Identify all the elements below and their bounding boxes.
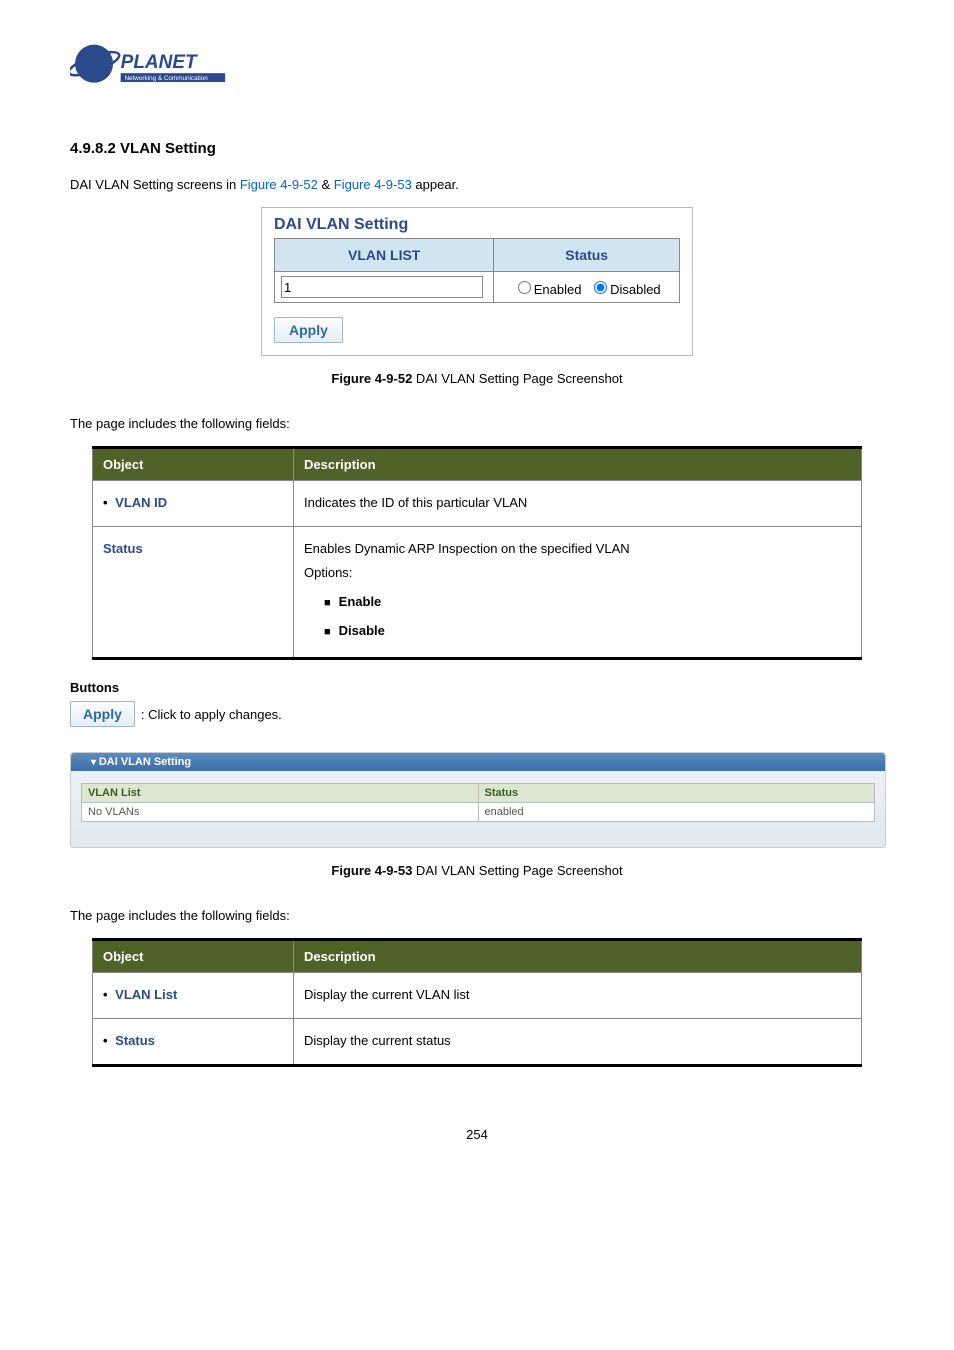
od1-header-object: Object xyxy=(93,448,294,481)
od2-row2-desc: Display the current status xyxy=(294,1019,862,1066)
logo-tagline: Networking & Communication xyxy=(124,75,208,82)
figure-label-1: Figure 4-9-52 xyxy=(331,371,412,386)
od1-row1-desc: Indicates the ID of this particular VLAN xyxy=(294,481,862,527)
result-table: VLAN List Status No VLANs enabled xyxy=(81,783,875,822)
figure-link-1[interactable]: Figure 4-9-52 xyxy=(240,177,318,192)
object-description-table-1: Object Description VLAN ID Indicates the… xyxy=(92,446,862,660)
od2-row2-object: Status xyxy=(93,1019,294,1066)
radio-enabled[interactable] xyxy=(518,281,531,294)
radio-enabled-label[interactable]: Enabled xyxy=(513,282,582,297)
od1-option-enable-text: Enable xyxy=(339,594,382,609)
buttons-description-line: Apply : Click to apply changes. xyxy=(70,701,884,727)
dai-vlan-setting-result-panel: DAI VLAN Setting VLAN List Status No VLA… xyxy=(70,752,886,848)
od2-row1-object: VLAN List xyxy=(93,973,294,1019)
result-col-status: Status xyxy=(478,784,875,803)
radio-disabled-text: Disabled xyxy=(610,282,661,297)
od2-header-object: Object xyxy=(93,940,294,973)
figure-text-1: DAI VLAN Setting Page Screenshot xyxy=(412,371,622,386)
intro-amp: & xyxy=(318,177,334,192)
od2-header-description: Description xyxy=(294,940,862,973)
figure-label-2: Figure 4-9-53 xyxy=(331,863,412,878)
brand-logo: PLANET Networking & Communication xyxy=(70,40,884,100)
vlan-setting-table: VLAN LIST Status Enabled Disabled xyxy=(274,238,680,303)
col-vlan-list: VLAN LIST xyxy=(275,239,494,272)
fields-intro-1: The page includes the following fields: xyxy=(70,416,884,431)
intro-suffix: appear. xyxy=(412,177,459,192)
logo-text: PLANET xyxy=(121,52,198,73)
od1-options-list: Enable Disable xyxy=(324,590,851,643)
status-cell: Enabled Disabled xyxy=(494,272,680,303)
result-cell-status: enabled xyxy=(478,803,875,822)
od1-row2-desc: Enables Dynamic ARP Inspection on the sp… xyxy=(294,526,862,659)
od1-option-disable: Disable xyxy=(324,619,851,644)
vlan-list-cell xyxy=(275,272,494,303)
section-heading: 4.9.8.2 VLAN Setting xyxy=(70,140,884,157)
od2-row2-bullet: Status xyxy=(103,1033,155,1048)
vlan-list-input[interactable] xyxy=(281,276,483,298)
od2-row1-bullet: VLAN List xyxy=(103,987,177,1002)
result-panel-header[interactable]: DAI VLAN Setting xyxy=(71,753,885,771)
figure-link-2[interactable]: Figure 4-9-53 xyxy=(334,177,412,192)
planet-logo-icon: PLANET Networking & Communication xyxy=(70,40,260,100)
od1-desc-line2: Options: xyxy=(304,561,851,586)
figure-caption-2: Figure 4-9-53 DAI VLAN Setting Page Scre… xyxy=(70,863,884,878)
fields-intro-2: The page includes the following fields: xyxy=(70,908,884,923)
dai-vlan-setting-panel: DAI VLAN Setting VLAN LIST Status Enable… xyxy=(261,207,693,356)
intro-prefix: DAI VLAN Setting screens in xyxy=(70,177,240,192)
od1-row2-obj-text: Status xyxy=(103,541,143,556)
od1-row1-object: VLAN ID xyxy=(93,481,294,527)
radio-enabled-text: Enabled xyxy=(534,282,582,297)
od1-option-disable-text: Disable xyxy=(339,623,385,638)
od1-desc-line1: Enables Dynamic ARP Inspection on the sp… xyxy=(304,537,851,562)
figure-caption-1: Figure 4-9-52 DAI VLAN Setting Page Scre… xyxy=(70,371,884,386)
buttons-heading: Buttons xyxy=(70,680,884,695)
panel-title: DAI VLAN Setting xyxy=(262,208,692,238)
result-cell-vlan-list: No VLANs xyxy=(82,803,479,822)
figure-text-2: DAI VLAN Setting Page Screenshot xyxy=(412,863,622,878)
col-status: Status xyxy=(494,239,680,272)
apply-button-inline[interactable]: Apply xyxy=(70,701,135,727)
od1-header-description: Description xyxy=(294,448,862,481)
radio-disabled-label[interactable]: Disabled xyxy=(589,282,661,297)
result-col-vlan-list: VLAN List xyxy=(82,784,479,803)
apply-button[interactable]: Apply xyxy=(274,317,343,343)
radio-disabled[interactable] xyxy=(594,281,607,294)
od1-row2-object: Status xyxy=(93,526,294,659)
od2-row1-desc: Display the current VLAN list xyxy=(294,973,862,1019)
intro-text: DAI VLAN Setting screens in Figure 4-9-5… xyxy=(70,177,884,192)
od1-option-enable: Enable xyxy=(324,590,851,615)
object-description-table-2: Object Description VLAN List Display the… xyxy=(92,938,862,1066)
page-number: 254 xyxy=(70,1127,884,1142)
apply-button-desc: : Click to apply changes. xyxy=(141,707,282,722)
od1-row1-bullet: VLAN ID xyxy=(103,495,167,510)
